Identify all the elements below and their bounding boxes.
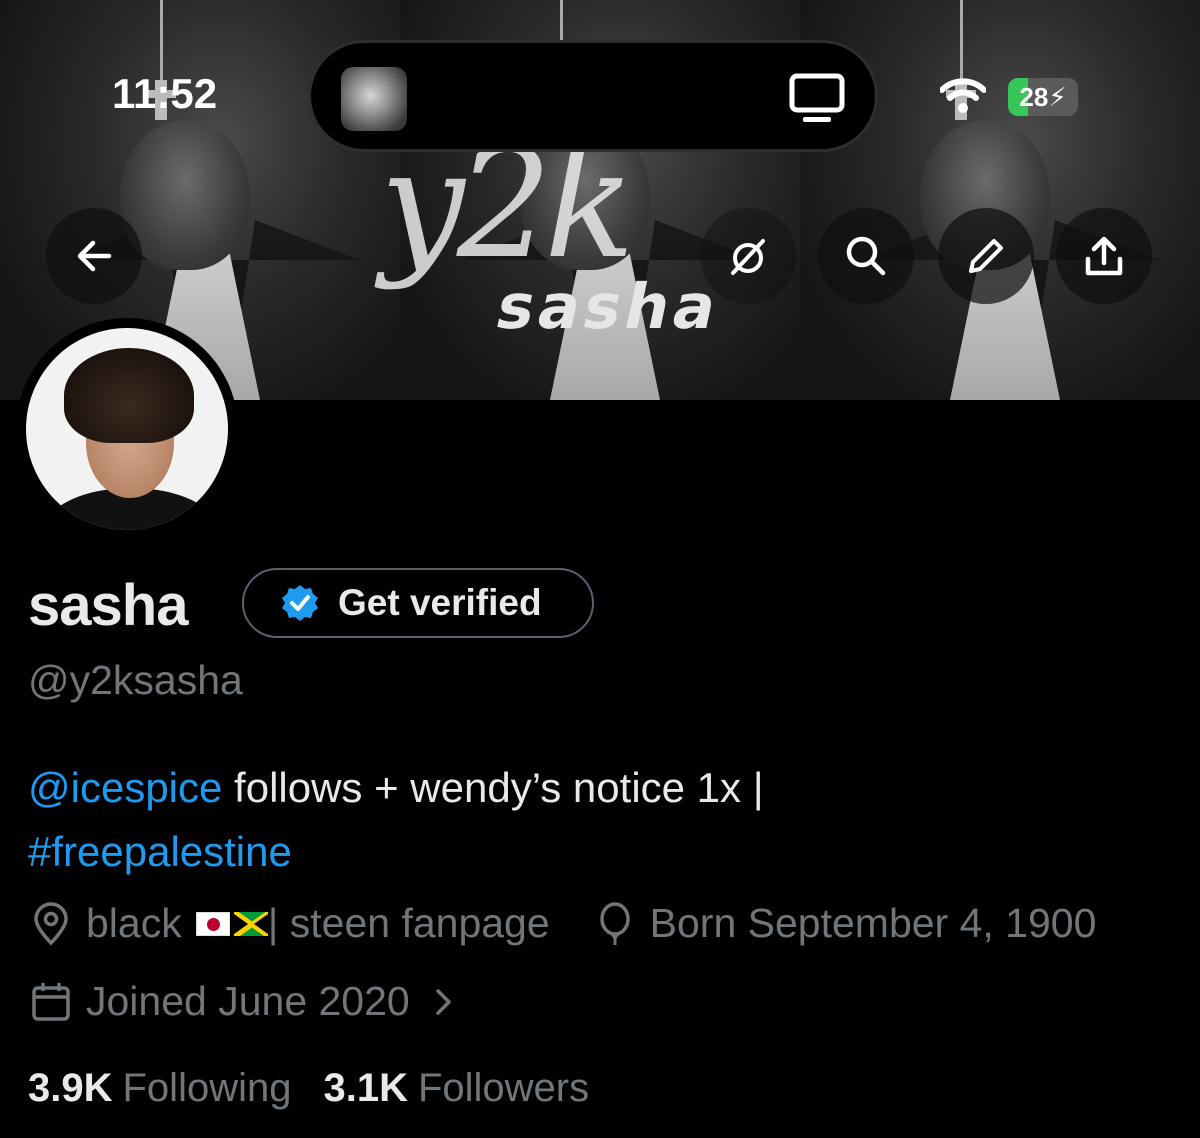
battery-icon: 28⚡ — [1008, 78, 1078, 116]
bio-hashtag-link[interactable]: #freepalestine — [28, 828, 292, 875]
followers-count: 3.1K — [323, 1066, 408, 1110]
bio: @icespice follows + wendy’s notice 1x | … — [28, 756, 1178, 884]
grok-button[interactable] — [700, 208, 796, 304]
wifi-icon — [940, 78, 986, 113]
location-pin-icon — [34, 901, 68, 945]
avatar[interactable] — [16, 318, 238, 540]
bio-text: follows + wendy’s notice 1x | — [222, 764, 764, 811]
following-count: 3.9K — [28, 1066, 113, 1110]
get-verified-button[interactable]: Get verified — [242, 568, 594, 638]
joined-date: Joined June 2020 — [86, 978, 410, 1024]
handle: @y2ksasha — [28, 657, 243, 703]
now-playing-artwork[interactable] — [341, 67, 407, 131]
followers-label: Followers — [417, 1066, 590, 1110]
following-link[interactable]: 3.9K Following — [28, 1066, 323, 1111]
calendar-icon — [32, 982, 70, 1021]
tv-icon — [789, 73, 845, 122]
location-prefix: black — [86, 900, 182, 946]
share-icon — [1085, 236, 1123, 276]
banner-script-text: y2k — [380, 118, 635, 292]
followers-link[interactable]: 3.1K Followers — [323, 1066, 621, 1111]
share-button[interactable] — [1056, 208, 1152, 304]
back-button[interactable] — [46, 208, 142, 304]
banner-word-text: sasha — [490, 270, 728, 343]
follow-stats: 3.9K Following 3.1K Followers — [28, 1066, 621, 1111]
verified-badge-icon — [282, 585, 318, 621]
search-button[interactable] — [818, 208, 914, 304]
following-label: Following — [122, 1066, 292, 1110]
chevron-right-icon — [435, 988, 451, 1015]
profile-meta-row: black | steen fanpage Born September 4, … — [28, 900, 1096, 947]
display-name: sasha — [28, 573, 188, 638]
avatar-image — [26, 328, 228, 530]
get-verified-label: Get verified — [338, 582, 542, 623]
battery-level: 28⚡ — [1019, 82, 1067, 112]
location-suffix: | steen fanpage — [267, 900, 550, 946]
back-arrow-icon — [77, 240, 112, 272]
bio-mention-link[interactable]: @icespice — [28, 764, 222, 811]
edit-button[interactable] — [938, 208, 1034, 304]
search-icon — [846, 236, 886, 276]
status-time: 11:52 — [112, 70, 218, 117]
grok-icon — [731, 239, 765, 275]
balloon-icon — [599, 901, 630, 945]
birthday: Born September 4, 1900 — [649, 900, 1097, 946]
edit-pencil-icon — [969, 239, 1003, 273]
dynamic-island[interactable] — [308, 40, 878, 152]
japan-flag-icon — [195, 911, 230, 936]
joined-row[interactable]: Joined June 2020 — [28, 978, 470, 1025]
jamaica-flag-icon — [233, 911, 268, 936]
